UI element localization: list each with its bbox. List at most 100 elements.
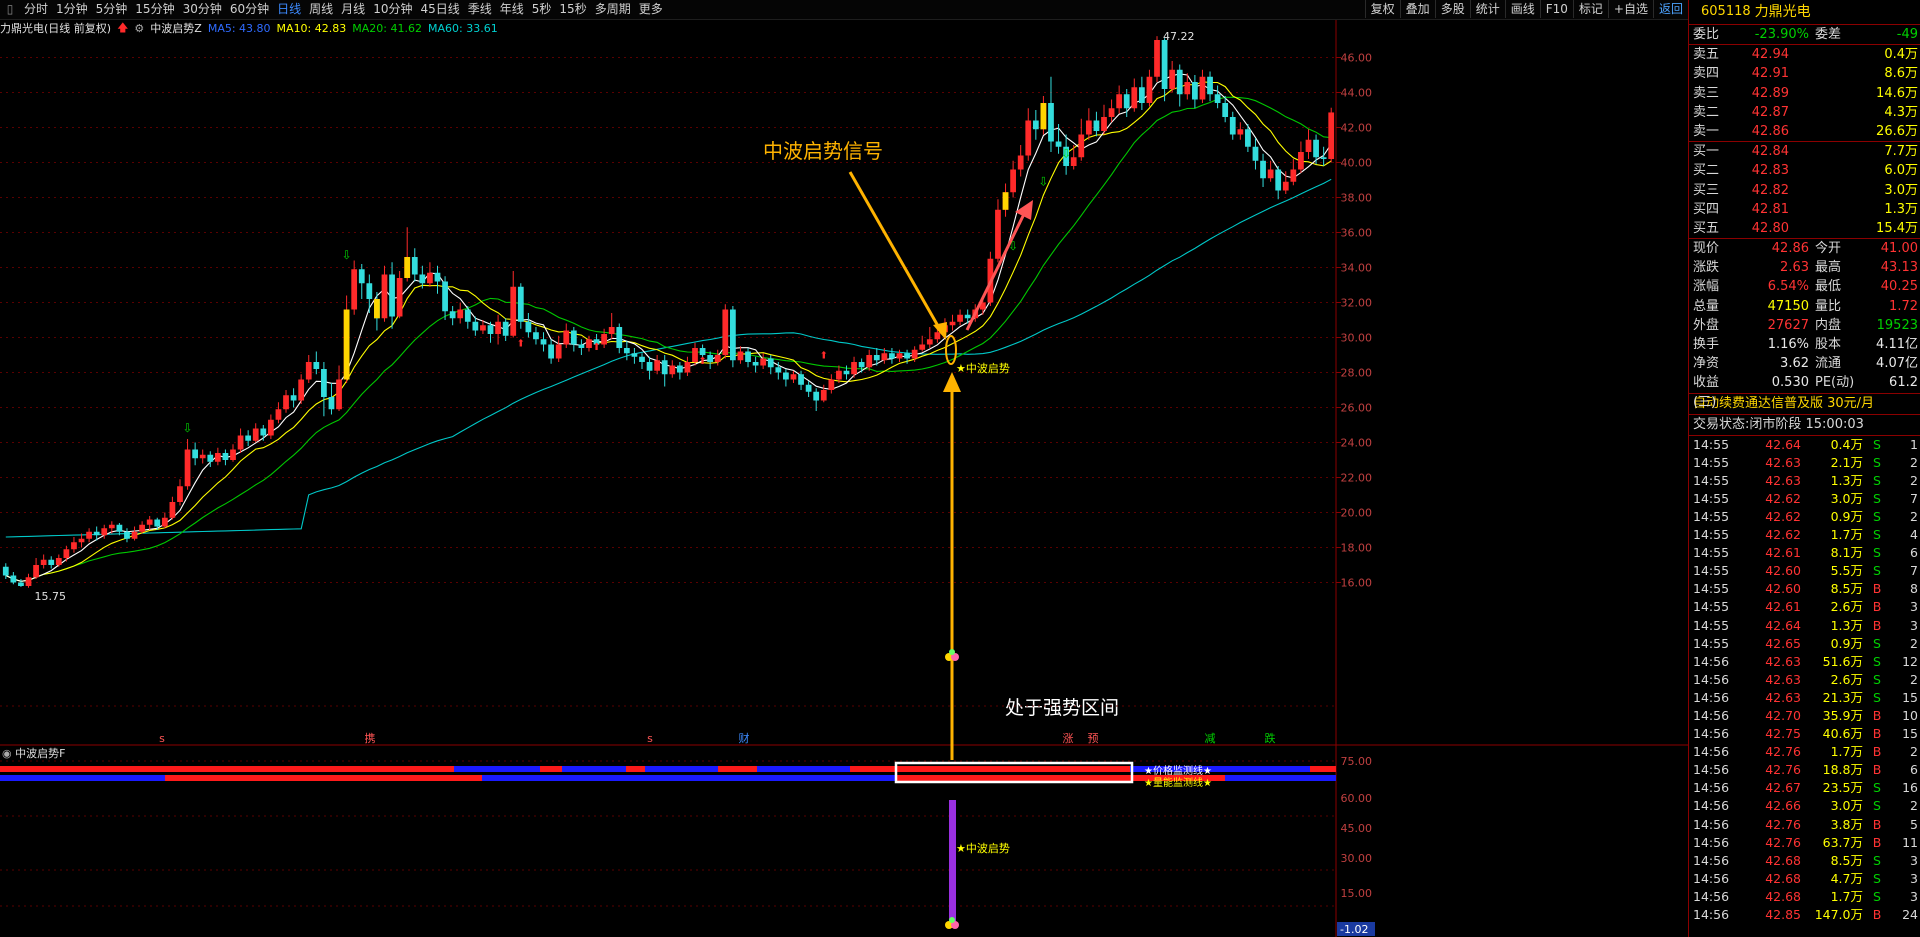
subscription-ad[interactable]: 自动续费通达信普及版 30元/月 <box>1689 392 1920 414</box>
candle[interactable] <box>1085 108 1092 140</box>
candle[interactable] <box>639 353 645 369</box>
candle[interactable] <box>1017 145 1024 177</box>
candle[interactable] <box>540 332 547 352</box>
candle[interactable] <box>63 545 70 562</box>
candle[interactable] <box>427 262 433 287</box>
ask-row[interactable]: 卖一 42.86 26.6万 <box>1689 122 1920 141</box>
candle[interactable] <box>729 306 736 368</box>
event-marker[interactable]: 携 <box>365 731 376 745</box>
candle[interactable] <box>214 447 221 466</box>
candle[interactable] <box>411 248 418 282</box>
candle[interactable] <box>396 271 403 319</box>
candle[interactable] <box>578 339 585 355</box>
candle[interactable] <box>321 362 327 417</box>
candle[interactable] <box>669 360 676 378</box>
candle[interactable] <box>957 309 963 326</box>
candle[interactable] <box>548 339 554 364</box>
candle[interactable] <box>737 346 744 364</box>
candle[interactable] <box>10 572 17 585</box>
candle[interactable] <box>237 428 244 454</box>
candle[interactable] <box>1252 138 1259 170</box>
ask-row[interactable]: 卖二 42.87 4.3万 <box>1689 103 1920 122</box>
candle[interactable] <box>351 260 358 315</box>
candle[interactable] <box>646 356 653 380</box>
candle[interactable] <box>510 271 517 338</box>
candle[interactable] <box>533 327 539 345</box>
candle[interactable] <box>805 381 812 397</box>
candle[interactable] <box>131 526 138 541</box>
candle[interactable] <box>1260 153 1266 187</box>
candle[interactable] <box>1298 141 1304 174</box>
candle[interactable] <box>1101 104 1107 135</box>
candle[interactable] <box>252 423 259 443</box>
candle[interactable] <box>654 355 661 375</box>
candle[interactable] <box>161 512 168 529</box>
bid-row[interactable]: 买一 42.84 7.7万 <box>1689 142 1920 161</box>
candle[interactable] <box>570 327 577 352</box>
candle[interactable] <box>298 374 305 404</box>
candle[interactable] <box>790 370 797 383</box>
candle[interactable] <box>1313 134 1319 165</box>
candle[interactable] <box>684 356 691 376</box>
candle[interactable] <box>1078 118 1085 161</box>
candle[interactable] <box>290 388 297 408</box>
ask-row[interactable]: 卖四 42.91 8.6万 <box>1689 64 1920 83</box>
candle[interactable] <box>1025 108 1032 161</box>
candle[interactable] <box>995 199 1001 263</box>
event-marker[interactable]: 预 <box>1088 732 1099 745</box>
candle[interactable] <box>752 356 759 373</box>
candle[interactable] <box>828 374 835 394</box>
ask-row[interactable]: 卖三 42.89 14.6万 <box>1689 84 1920 103</box>
candle[interactable] <box>25 573 32 588</box>
candle[interactable] <box>1199 69 1206 103</box>
bid-row[interactable]: 买五 42.80 15.4万 <box>1689 219 1920 238</box>
candle[interactable] <box>1237 122 1244 140</box>
candle[interactable] <box>1010 160 1016 198</box>
candle[interactable] <box>1093 111 1100 137</box>
candle[interactable] <box>631 348 638 364</box>
candle[interactable] <box>1207 71 1213 102</box>
candle[interactable] <box>1131 78 1138 112</box>
candle[interactable] <box>86 528 92 543</box>
candle[interactable] <box>1305 129 1312 159</box>
candle[interactable] <box>1275 166 1282 200</box>
sub-indicator-legend[interactable]: ◉ 中波启势F <box>2 745 65 761</box>
candle[interactable] <box>1146 69 1153 107</box>
tick-list[interactable]: 14:55 42.64 0.4万 S 1 14:55 42.63 2.1万 S 2 14:55 42.… <box>1689 436 1920 925</box>
candle[interactable] <box>1116 85 1123 114</box>
candle[interactable] <box>1032 110 1039 140</box>
candle[interactable] <box>858 358 865 373</box>
candle[interactable] <box>313 351 320 375</box>
candle[interactable] <box>919 335 926 352</box>
bid-row[interactable]: 买三 42.82 3.0万 <box>1689 181 1920 200</box>
candle[interactable] <box>1214 85 1221 109</box>
candle[interactable] <box>71 537 77 553</box>
candle[interactable] <box>1192 75 1198 109</box>
candle[interactable] <box>495 314 501 345</box>
candle[interactable] <box>889 348 895 364</box>
candle[interactable] <box>139 521 145 534</box>
candle[interactable] <box>283 390 289 413</box>
candle[interactable] <box>1108 99 1115 123</box>
candle[interactable] <box>434 265 441 294</box>
candle[interactable] <box>661 355 668 387</box>
candle[interactable] <box>40 554 47 569</box>
candle[interactable] <box>676 362 683 380</box>
candle[interactable] <box>1048 76 1054 152</box>
candle[interactable] <box>199 449 206 464</box>
bid-row[interactable]: 买二 42.83 6.0万 <box>1689 161 1920 180</box>
candle[interactable] <box>502 318 509 341</box>
candle[interactable] <box>1328 107 1335 163</box>
event-marker[interactable]: 财 <box>739 731 750 745</box>
candle[interactable] <box>1070 145 1077 170</box>
candle[interactable] <box>381 265 388 322</box>
settings-icon[interactable]: ◉ <box>2 747 12 760</box>
candle[interactable] <box>245 430 252 446</box>
candle[interactable] <box>722 304 729 359</box>
candle[interactable] <box>184 439 191 490</box>
candle[interactable] <box>169 496 176 520</box>
candle[interactable] <box>358 264 365 299</box>
event-marker[interactable]: 跌 <box>1265 731 1276 745</box>
ask-row[interactable]: 卖五 42.94 0.4万 <box>1689 45 1920 64</box>
candle[interactable] <box>275 402 282 424</box>
